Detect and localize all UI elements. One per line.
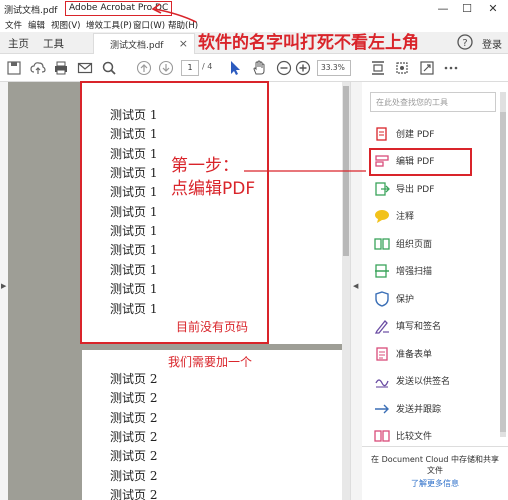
title-bar: 测试文档.pdf Adobe Acrobat Pro DC — ☐ ✕ xyxy=(0,0,508,18)
print-icon[interactable] xyxy=(53,60,69,76)
toolbar: 1 / 4 33.3% xyxy=(0,54,508,82)
annotation-title-note: 软件的名字叫打死不看左上角 xyxy=(198,33,419,53)
page-number-input[interactable]: 1 xyxy=(181,60,199,76)
save-icon[interactable] xyxy=(6,60,22,76)
zoom-out-icon[interactable] xyxy=(276,60,292,76)
close-tab-icon[interactable]: × xyxy=(179,37,188,50)
divider xyxy=(362,446,508,447)
comment-icon xyxy=(375,210,389,223)
enhance-scan-icon xyxy=(375,264,389,278)
minimize-button[interactable]: — xyxy=(436,2,450,16)
menu-help[interactable]: 帮助(H) xyxy=(168,19,198,31)
annotation-need-one: 我们需要加一个 xyxy=(168,355,253,369)
hand-tool-icon[interactable] xyxy=(251,60,267,76)
scrollbar-thumb[interactable] xyxy=(343,86,349,256)
cloud-upload-icon[interactable] xyxy=(30,60,46,76)
menu-view[interactable]: 视图(V) xyxy=(51,19,80,31)
tool-comment[interactable]: 注释 xyxy=(374,206,484,226)
tab-document[interactable]: 测试文档.pdf × xyxy=(93,33,195,54)
compare-icon xyxy=(374,430,390,442)
send-sign-icon xyxy=(375,379,389,388)
page-display-icon[interactable] xyxy=(370,60,386,76)
rotate-view-icon[interactable] xyxy=(394,60,410,76)
tools-pane: 在此处查找您的工具 创建 PDF 编辑 PDF 导出 PDF 注释 组织页面 增… xyxy=(362,82,508,500)
tools-scrollbar[interactable] xyxy=(500,92,506,437)
document-scrollbar[interactable] xyxy=(342,82,350,500)
tool-protect[interactable]: 保护 xyxy=(374,289,484,309)
tools-search-input[interactable]: 在此处查找您的工具 xyxy=(370,92,496,112)
right-panel-toggle[interactable]: ◀ xyxy=(350,82,362,500)
tab-tools[interactable]: 工具 xyxy=(43,36,64,51)
page-line: 测试页 2 xyxy=(110,372,158,386)
tool-enhance-scan[interactable]: 增强扫描 xyxy=(374,261,484,281)
annotation-step-line1: 第一步： xyxy=(171,156,239,176)
menu-edit[interactable]: 编辑 xyxy=(28,19,45,31)
more-tools-icon[interactable] xyxy=(443,60,459,76)
tool-compare[interactable]: 比较文件 xyxy=(374,426,484,446)
tab-home[interactable]: 主页 xyxy=(8,36,29,51)
maximize-button[interactable]: ☐ xyxy=(460,2,474,16)
close-window-button[interactable]: ✕ xyxy=(486,2,500,16)
create-pdf-icon xyxy=(376,127,387,141)
fullscreen-icon[interactable] xyxy=(419,60,435,76)
tool-export-pdf[interactable]: 导出 PDF xyxy=(374,179,484,199)
tool-label: 准备表单 xyxy=(396,350,433,360)
edit-pdf-highlight-box xyxy=(369,148,472,176)
protect-icon xyxy=(375,291,389,307)
select-cursor-icon[interactable] xyxy=(227,60,243,76)
export-pdf-icon xyxy=(375,182,390,196)
tool-label: 发送并跟踪 xyxy=(396,405,442,415)
page-line: 测试页 2 xyxy=(110,449,158,463)
next-page-icon[interactable] xyxy=(158,60,174,76)
page-line: 测试页 2 xyxy=(110,391,158,405)
help-icon[interactable]: ? xyxy=(456,33,474,51)
tool-send-track[interactable]: 发送并跟踪 xyxy=(374,399,484,419)
window-title: 测试文档.pdf xyxy=(4,6,58,16)
app-name: Adobe Acrobat Pro DC xyxy=(65,1,173,16)
tool-label: 注释 xyxy=(396,212,415,222)
tool-label: 填写和签名 xyxy=(396,322,442,332)
tool-label: 保护 xyxy=(396,295,415,305)
menu-plugins[interactable]: 增效工具(P) xyxy=(86,19,132,31)
organize-pages-icon xyxy=(374,238,390,250)
tool-label: 导出 PDF xyxy=(396,185,435,195)
menu-window[interactable]: 窗口(W) xyxy=(133,19,165,31)
tool-prepare-form[interactable]: 准备表单 xyxy=(374,344,484,364)
zoom-in-icon[interactable] xyxy=(295,60,311,76)
cloud-promo-text: 在 Document Cloud 中存储和共享文件 xyxy=(371,455,499,475)
page-line: 测试页 2 xyxy=(110,411,158,425)
tool-send-for-signature[interactable]: 发送以供签名 xyxy=(374,371,484,391)
tool-label: 组织页面 xyxy=(396,240,433,250)
zoom-level-select[interactable]: 33.3% xyxy=(317,60,351,76)
page-line: 测试页 2 xyxy=(110,430,158,444)
tool-label: 增强扫描 xyxy=(396,267,433,277)
annotation-step-line2: 点编辑PDF xyxy=(171,179,256,199)
search-icon[interactable] xyxy=(101,60,117,76)
page-total: / 4 xyxy=(202,62,213,71)
left-panel-toggle[interactable]: ▶ xyxy=(0,82,8,500)
menu-file[interactable]: 文件 xyxy=(5,19,22,31)
tool-create-pdf[interactable]: 创建 PDF xyxy=(374,124,484,144)
tool-label: 比较文件 xyxy=(396,432,433,442)
fill-sign-icon xyxy=(374,320,389,334)
tool-label: 创建 PDF xyxy=(396,130,435,140)
learn-more-link[interactable]: 了解更多信息 xyxy=(368,478,502,489)
tool-label: 发送以供签名 xyxy=(396,377,451,387)
page1-highlight-box xyxy=(80,81,269,344)
prepare-form-icon xyxy=(376,347,388,361)
page-line: 测试页 2 xyxy=(110,488,158,500)
document-tab-label: 测试文档.pdf xyxy=(110,41,164,51)
tools-scrollbar-thumb[interactable] xyxy=(500,112,506,432)
login-button[interactable]: 登录 xyxy=(482,36,502,51)
svg-text:?: ? xyxy=(462,38,467,49)
pdf-page-2: 测试页 2 测试页 2 测试页 2 测试页 2 测试页 2 测试页 2 测试页 … xyxy=(82,350,342,500)
annotation-step: 第一步： 点编辑PDF xyxy=(171,155,255,201)
previous-page-icon[interactable] xyxy=(136,60,152,76)
email-icon[interactable] xyxy=(77,60,93,76)
page-line: 测试页 2 xyxy=(110,469,158,483)
tool-fill-sign[interactable]: 填写和签名 xyxy=(374,316,484,336)
send-track-icon xyxy=(375,404,389,414)
tool-organize-pages[interactable]: 组织页面 xyxy=(374,234,484,254)
annotation-no-page-numbers: 目前没有页码 xyxy=(176,320,249,334)
